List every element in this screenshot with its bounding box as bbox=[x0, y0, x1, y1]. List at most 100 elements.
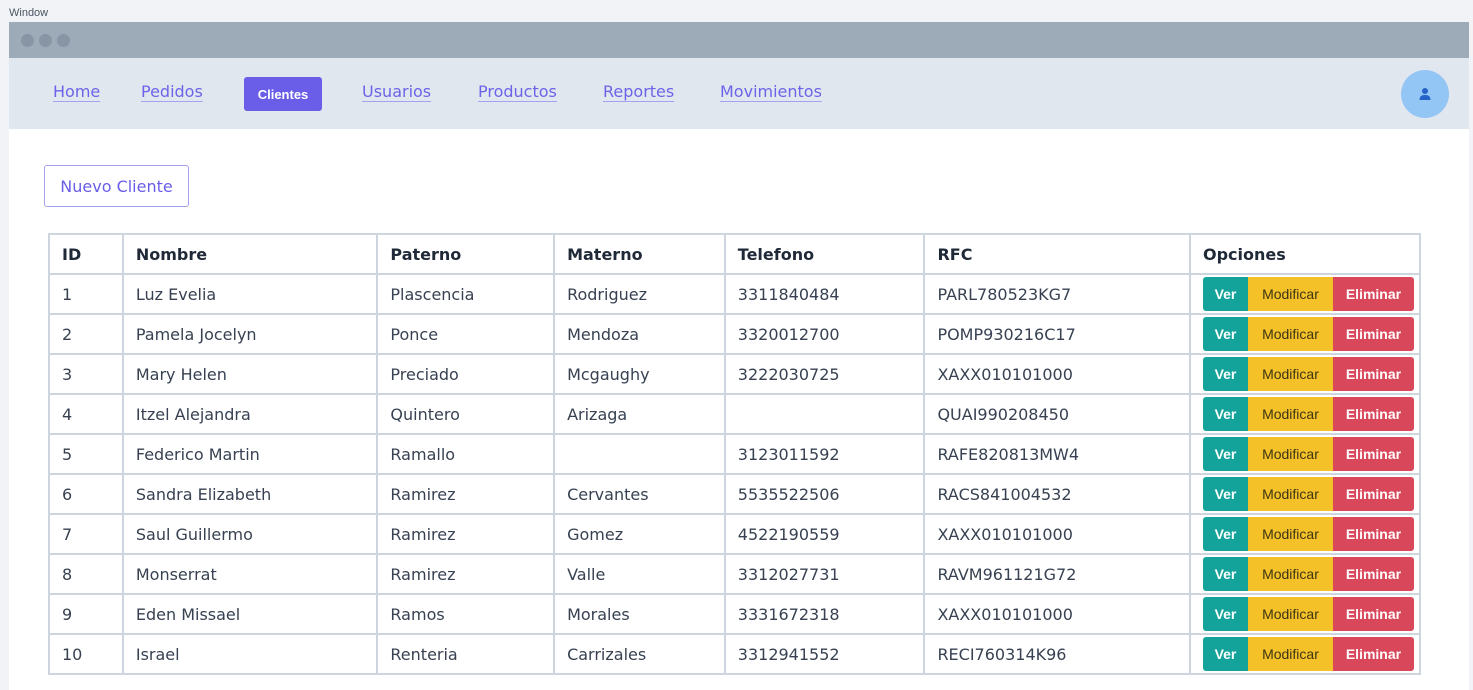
user-icon bbox=[1419, 88, 1431, 100]
nav-link-movimientos[interactable]: Movimientos bbox=[720, 82, 822, 101]
cell-paterno: Plascencia bbox=[376, 273, 556, 315]
view-button[interactable]: Ver bbox=[1202, 557, 1248, 591]
nav-link-home[interactable]: Home bbox=[53, 82, 100, 101]
row-actions: Ver Modificar Eliminar bbox=[1202, 557, 1415, 591]
nav-link-reportes[interactable]: Reportes bbox=[603, 82, 674, 101]
edit-button[interactable]: Modificar bbox=[1247, 357, 1333, 391]
window-titlebar bbox=[9, 22, 1469, 58]
table-row: 2 Pamela Jocelyn Ponce Mendoza 3320012700 POM… bbox=[48, 313, 1422, 355]
nav-link-productos[interactable]: Productos bbox=[478, 82, 557, 101]
delete-button[interactable]: Eliminar bbox=[1332, 557, 1414, 591]
row-actions: Ver Modificar Eliminar bbox=[1202, 597, 1415, 631]
cell-telefono: 3320012700 bbox=[723, 313, 926, 355]
edit-button[interactable]: Modificar bbox=[1247, 317, 1333, 351]
delete-button[interactable]: Eliminar bbox=[1332, 317, 1414, 351]
cell-telefono: 3311840484 bbox=[723, 273, 926, 315]
cell-materno: Gomez bbox=[553, 513, 726, 555]
user-avatar-button[interactable] bbox=[1401, 70, 1449, 118]
edit-button[interactable]: Modificar bbox=[1247, 437, 1333, 471]
delete-button[interactable]: Eliminar bbox=[1332, 517, 1414, 551]
cell-paterno: Ramirez bbox=[376, 473, 556, 515]
delete-button[interactable]: Eliminar bbox=[1332, 477, 1414, 511]
row-actions: Ver Modificar Eliminar bbox=[1202, 637, 1415, 671]
cell-materno: Carrizales bbox=[553, 633, 726, 675]
cell-nombre: Israel bbox=[121, 633, 379, 675]
cell-nombre: Monserrat bbox=[121, 553, 379, 595]
cell-rfc: POMP930216C17 bbox=[923, 313, 1191, 355]
cell-nombre: Federico Martin bbox=[121, 433, 379, 475]
cell-paterno: Ponce bbox=[376, 313, 556, 355]
cell-opciones: Ver Modificar Eliminar bbox=[1188, 473, 1422, 515]
cell-nombre: Sandra Elizabeth bbox=[121, 473, 379, 515]
delete-button[interactable]: Eliminar bbox=[1332, 277, 1414, 311]
delete-button[interactable]: Eliminar bbox=[1332, 357, 1414, 391]
view-button[interactable]: Ver bbox=[1202, 517, 1248, 551]
nav-link-clientes[interactable]: Clientes bbox=[244, 77, 322, 111]
table-row: 10 Israel Renteria Carrizales 3312941552 RECI… bbox=[48, 633, 1422, 675]
delete-button[interactable]: Eliminar bbox=[1332, 397, 1414, 431]
cell-telefono: 3222030725 bbox=[723, 353, 926, 395]
row-actions: Ver Modificar Eliminar bbox=[1202, 277, 1415, 311]
view-button[interactable]: Ver bbox=[1202, 317, 1248, 351]
cell-opciones: Ver Modificar Eliminar bbox=[1188, 633, 1422, 675]
delete-button[interactable]: Eliminar bbox=[1332, 637, 1414, 671]
cell-opciones: Ver Modificar Eliminar bbox=[1188, 513, 1422, 555]
cell-nombre: Pamela Jocelyn bbox=[121, 313, 379, 355]
edit-button[interactable]: Modificar bbox=[1247, 557, 1333, 591]
cell-opciones: Ver Modificar Eliminar bbox=[1188, 553, 1422, 595]
window-label: Window bbox=[9, 7, 49, 19]
cell-materno: Valle bbox=[553, 553, 726, 595]
cell-id: 3 bbox=[48, 353, 124, 395]
view-button[interactable]: Ver bbox=[1202, 357, 1248, 391]
column-header-materno: Materno bbox=[553, 233, 726, 275]
cell-paterno: Ramallo bbox=[376, 433, 556, 475]
column-header-rfc: RFC bbox=[923, 233, 1191, 275]
cell-materno: Cervantes bbox=[553, 473, 726, 515]
cell-materno: Morales bbox=[553, 593, 726, 635]
cell-opciones: Ver Modificar Eliminar bbox=[1188, 433, 1422, 475]
view-button[interactable]: Ver bbox=[1202, 637, 1248, 671]
view-button[interactable]: Ver bbox=[1202, 477, 1248, 511]
new-client-button[interactable]: Nuevo Cliente bbox=[44, 165, 189, 207]
window-dot-icon[interactable] bbox=[21, 33, 34, 47]
view-button[interactable]: Ver bbox=[1202, 437, 1248, 471]
edit-button[interactable]: Modificar bbox=[1247, 517, 1333, 551]
cell-paterno: Preciado bbox=[376, 353, 556, 395]
cell-paterno: Ramos bbox=[376, 593, 556, 635]
edit-button[interactable]: Modificar bbox=[1247, 597, 1333, 631]
edit-button[interactable]: Modificar bbox=[1247, 277, 1333, 311]
column-header-id: ID bbox=[48, 233, 124, 275]
cell-paterno: Renteria bbox=[376, 633, 556, 675]
cell-nombre: Saul Guillermo bbox=[121, 513, 379, 555]
view-button[interactable]: Ver bbox=[1202, 397, 1248, 431]
view-button[interactable]: Ver bbox=[1202, 277, 1248, 311]
nav-link-pedidos[interactable]: Pedidos bbox=[141, 82, 203, 101]
table-row: 6 Sandra Elizabeth Ramirez Cervantes 5535522… bbox=[48, 473, 1422, 515]
window-dot-icon[interactable] bbox=[57, 33, 70, 47]
cell-telefono: 3312027731 bbox=[723, 553, 926, 595]
table-row: 3 Mary Helen Preciado Mcgaughy 3222030725 XAX… bbox=[48, 353, 1422, 395]
edit-button[interactable]: Modificar bbox=[1247, 477, 1333, 511]
edit-button[interactable]: Modificar bbox=[1247, 397, 1333, 431]
cell-telefono: 3331672318 bbox=[723, 593, 926, 635]
cell-telefono: 3312941552 bbox=[723, 633, 926, 675]
table-header-row: ID Nombre Paterno Materno Telefono RFC O… bbox=[48, 233, 1422, 275]
row-actions: Ver Modificar Eliminar bbox=[1202, 477, 1415, 511]
cell-telefono: 4522190559 bbox=[723, 513, 926, 555]
delete-button[interactable]: Eliminar bbox=[1332, 437, 1414, 471]
table-row: 9 Eden Missael Ramos Morales 3331672318 XAXX0… bbox=[48, 593, 1422, 635]
table-row: 1 Luz Evelia Plascencia Rodriguez 3311840484… bbox=[48, 273, 1422, 315]
delete-button[interactable]: Eliminar bbox=[1332, 597, 1414, 631]
cell-telefono bbox=[723, 393, 926, 435]
cell-id: 5 bbox=[48, 433, 124, 475]
cell-paterno: Ramirez bbox=[376, 553, 556, 595]
window-dot-icon[interactable] bbox=[39, 33, 52, 47]
nav-link-usuarios[interactable]: Usuarios bbox=[362, 82, 431, 101]
edit-button[interactable]: Modificar bbox=[1247, 637, 1333, 671]
cell-opciones: Ver Modificar Eliminar bbox=[1188, 353, 1422, 395]
table-body: 1 Luz Evelia Plascencia Rodriguez 3311840484… bbox=[48, 273, 1422, 675]
view-button[interactable]: Ver bbox=[1202, 597, 1248, 631]
cell-paterno: Quintero bbox=[376, 393, 556, 435]
cell-rfc: XAXX010101000 bbox=[923, 593, 1191, 635]
column-header-opciones: Opciones bbox=[1188, 233, 1422, 275]
